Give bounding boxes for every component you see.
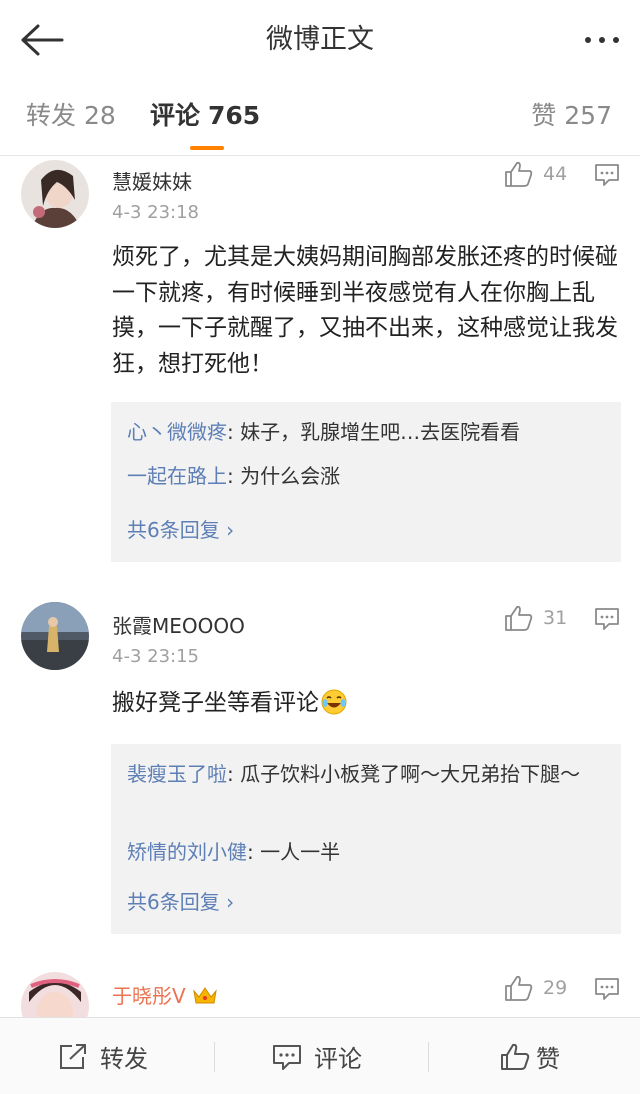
reply-username[interactable]: 裴瘦玉了啦 xyxy=(127,762,227,786)
avatar[interactable] xyxy=(21,972,89,1017)
thumbs-up-icon[interactable] xyxy=(504,605,534,631)
comment-text: 搬好凳子坐等看评论 xyxy=(112,690,319,716)
comment-like-count: 29 xyxy=(543,977,568,999)
reply-item: 矫情的刘小健: 一人一半 xyxy=(127,836,611,869)
reply-box: 心丶微微疼: 妹子，乳腺增生吧…去医院看看 一起在路上: 为什么会涨 共6条回复… xyxy=(111,402,621,562)
tab-repost-label: 转发 xyxy=(26,101,77,130)
reply-text: : 瓜子饮料小板凳了啊～大兄弟抬下腿～ xyxy=(227,762,581,786)
toolbar-divider xyxy=(428,1042,429,1072)
comment-button[interactable]: 评论 xyxy=(272,1018,362,1094)
like-button[interactable]: 赞 xyxy=(500,1018,560,1094)
reply-box: 裴瘦玉了啦: 瓜子饮料小板凳了啊～大兄弟抬下腿～ 矫情的刘小健: 一人一半 共6… xyxy=(111,744,621,934)
comment-username[interactable]: 慧媛妹妹 xyxy=(112,166,192,195)
active-tab-indicator xyxy=(190,146,224,150)
reply-item: 心丶微微疼: 妹子，乳腺增生吧…去医院看看 xyxy=(127,416,611,449)
tab-repost[interactable]: 转发 28 xyxy=(26,96,116,136)
thumbs-up-icon[interactable] xyxy=(504,161,534,187)
reply-item: 一起在路上: 为什么会涨 xyxy=(127,460,611,493)
comment-item: 慧媛妹妹 4-3 23:18 44 烦死了，尤其是大姨妈期间胸部发胀还疼的时候碰… xyxy=(0,156,640,576)
reply-username[interactable]: 心丶微微疼 xyxy=(127,420,227,444)
comment-like-count: 31 xyxy=(543,607,568,629)
reply-username[interactable]: 一起在路上 xyxy=(127,464,227,488)
tab-comment-count: 765 xyxy=(208,101,261,130)
page-title: 微博正文 xyxy=(266,24,374,55)
comment-time: 4-3 23:15 xyxy=(112,646,199,667)
comment-text-row: 搬好凳子坐等看评论 xyxy=(112,686,622,722)
toolbar-divider xyxy=(214,1042,215,1072)
reply-item: 裴瘦玉了啦: 瓜子饮料小板凳了啊～大兄弟抬下腿～ xyxy=(127,758,611,791)
more-options-icon[interactable] xyxy=(582,20,622,60)
tab-comment[interactable]: 评论 765 xyxy=(150,96,260,136)
avatar[interactable] xyxy=(21,160,89,228)
top-nav-bar: 微博正文 xyxy=(0,0,640,80)
comment-username[interactable]: 于晓彤V xyxy=(112,984,186,1008)
comment-text: 烦死了，尤其是大姨妈期间胸部发胀还疼的时候碰一下就疼，有时候睡到半夜感觉有人在你… xyxy=(112,244,618,377)
repost-button[interactable]: 转发 xyxy=(58,1018,148,1094)
comment-label: 评论 xyxy=(314,1045,362,1073)
thumbs-up-icon xyxy=(501,1043,530,1070)
repost-label: 转发 xyxy=(100,1045,148,1073)
tab-like[interactable]: 赞 257 xyxy=(531,96,612,136)
tab-comment-label: 评论 xyxy=(150,101,201,130)
avatar[interactable] xyxy=(21,602,89,670)
laugh-cry-emoji-icon xyxy=(321,689,347,715)
tab-like-label: 赞 xyxy=(531,101,557,130)
tab-bar: 转发 28 评论 765 赞 257 xyxy=(0,80,640,156)
thumbs-up-icon[interactable] xyxy=(504,975,534,1001)
like-label: 赞 xyxy=(536,1045,560,1073)
reply-icon[interactable] xyxy=(594,163,620,187)
comment-like-count: 44 xyxy=(543,163,568,185)
comment-item: 张霞MEOOOO 4-3 23:15 31 搬好凳子坐等看评论 裴瘦玉了啦: 瓜… xyxy=(0,600,640,950)
comment-username[interactable]: 张霞MEOOOO xyxy=(112,610,245,639)
reply-text: : 为什么会涨 xyxy=(227,464,341,488)
comment-item: 于晓彤V 29 xyxy=(0,970,640,1017)
repost-icon xyxy=(60,1043,86,1069)
comment-icon xyxy=(273,1044,301,1070)
tab-repost-count: 28 xyxy=(84,101,116,130)
bottom-toolbar: 转发 评论 赞 xyxy=(0,1017,640,1094)
crown-icon xyxy=(192,987,217,1004)
tab-like-count: 257 xyxy=(564,101,612,130)
view-all-replies-link[interactable]: 共6条回复 › xyxy=(127,514,234,543)
reply-username[interactable]: 矫情的刘小健 xyxy=(127,840,247,864)
reply-icon[interactable] xyxy=(594,607,620,631)
comment-time: 4-3 23:18 xyxy=(112,202,199,223)
view-all-replies-link[interactable]: 共6条回复 › xyxy=(127,886,234,915)
comment-username-row: 于晓彤V xyxy=(112,980,218,1009)
reply-text: : 妹子，乳腺增生吧…去医院看看 xyxy=(227,420,521,444)
reply-icon[interactable] xyxy=(594,977,620,1001)
reply-text: : 一人一半 xyxy=(247,840,341,864)
